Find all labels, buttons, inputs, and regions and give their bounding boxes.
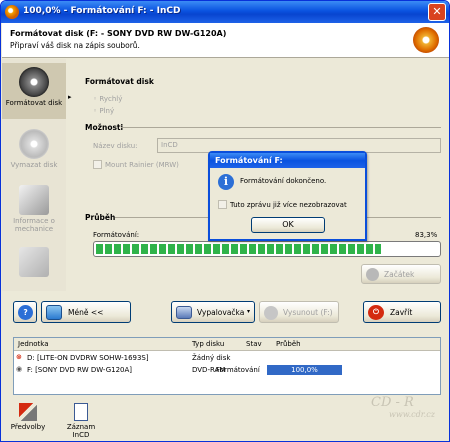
column-header-drive[interactable]: Jednotka — [18, 340, 49, 348]
progress-section-title: Průběh — [85, 213, 116, 222]
window-close-button[interactable]: ✕ — [428, 3, 446, 21]
format-complete-dialog: Formátování F: i Formátování dokončeno. … — [208, 151, 367, 241]
dialog-message: Formátování dokončeno. — [240, 177, 327, 185]
watermark-logo: CD - R — [371, 395, 414, 410]
format-section-title: Formátovat disk — [85, 77, 154, 86]
sidebar-item-drive-info[interactable]: Informace o mechanice — [2, 181, 66, 239]
mount-rainier-checkbox[interactable] — [93, 160, 102, 169]
page-subtitle: Připraví váš disk na zápis souborů. — [10, 41, 140, 50]
help-button[interactable]: ? — [13, 301, 37, 323]
play-icon — [366, 268, 379, 281]
disc-erase-icon — [19, 129, 49, 159]
dont-show-again-checkbox[interactable] — [218, 200, 227, 209]
log-button[interactable]: Záznam InCD — [58, 403, 104, 439]
dialog-ok-button[interactable]: OK — [251, 217, 325, 233]
close-button-label: Zavřít — [390, 308, 413, 317]
drives-table: Jednotka Typ disku Stav Průběh ⊗ D: [LIT… — [13, 337, 441, 395]
power-icon: ⏻ — [368, 305, 384, 320]
eject-button-label: Vysunout (F:) — [283, 308, 333, 317]
progress-percent: 83,3% — [415, 231, 438, 239]
full-format-radio[interactable]: ◦ Plný — [93, 107, 114, 115]
title-bar[interactable]: 100,0% - Formátování F: - InCD ✕ — [1, 1, 449, 23]
burner-dropdown-button[interactable]: Vypalovačka ▾ — [171, 301, 255, 323]
table-header: Jednotka Typ disku Stav Průběh — [14, 338, 440, 351]
drive-cell: F: [SONY DVD RW DW-G120A] — [27, 366, 132, 374]
sidebar-selected-arrow-icon: ▸ — [68, 93, 72, 101]
sidebar-item-label: Vymazat disk — [10, 161, 58, 169]
full-format-label: Plný — [99, 107, 115, 115]
quick-format-label: Rychlý — [99, 95, 123, 103]
status-cell: Formátování — [216, 366, 260, 374]
drive-info-icon — [19, 185, 49, 215]
incd-app-icon — [5, 5, 19, 19]
less-button[interactable]: Méně << — [41, 301, 131, 323]
watermark-url: www.cdr.cz — [389, 410, 435, 419]
sidebar-item-label: Formátovat disk — [5, 99, 63, 107]
dialog-title: Formátování F: — [210, 153, 365, 168]
page-title: Formátovat disk (F: - SONY DVD RW DW-G12… — [10, 29, 227, 38]
app-window: 100,0% - Formátování F: - InCD ✕ Formáto… — [0, 0, 450, 442]
log-icon — [74, 403, 88, 421]
log-label: Záznam InCD — [66, 423, 96, 439]
mount-rainier-label: Mount Rainier (MRW) — [105, 161, 179, 169]
drive-icon: ◉ — [16, 365, 23, 373]
options-divider — [121, 127, 441, 128]
column-header-disc-type[interactable]: Typ disku — [192, 340, 224, 348]
start-button-label: Začátek — [384, 270, 415, 279]
table-row[interactable]: ⊗ D: [LITE-ON DVDRW SOHW-1693S] Žádný di… — [14, 352, 440, 364]
picture-icon — [46, 305, 62, 320]
preferences-button[interactable]: Předvolby — [10, 403, 46, 431]
progress-label: Formátování: — [93, 231, 140, 239]
close-button[interactable]: ⏻ Zavřít — [363, 301, 441, 323]
error-icon: ⊗ — [16, 353, 22, 361]
eject-button[interactable]: Vysunout (F:) — [259, 301, 339, 323]
column-header-progress[interactable]: Průběh — [276, 340, 301, 348]
page-header: Formátovat disk (F: - SONY DVD RW DW-G12… — [2, 23, 449, 58]
watermark: CD - R www.cdr.cz — [371, 395, 435, 419]
dont-show-again-label: Tuto zprávu již více nezobrazovat — [230, 201, 347, 209]
progress-fill — [96, 244, 381, 254]
disc-header-icon — [413, 27, 439, 53]
sidebar-item-erase[interactable]: Vymazat disk — [2, 125, 66, 177]
burner-button-label: Vypalovačka — [197, 308, 245, 317]
sidebar: Formátovat disk Vymazat disk Informace o… — [2, 59, 66, 291]
less-button-label: Méně << — [68, 308, 104, 317]
quick-format-radio[interactable]: ◦ Rychlý — [93, 95, 122, 103]
window-title: 100,0% - Formátování F: - InCD — [23, 6, 181, 16]
drive-icon — [176, 306, 192, 319]
eject-icon — [264, 306, 278, 320]
help-icon: ? — [18, 305, 33, 320]
chevron-down-icon: ▾ — [247, 308, 251, 315]
start-button[interactable]: Začátek — [361, 264, 441, 284]
table-row[interactable]: ◉ F: [SONY DVD RW DW-G120A] DVD-RAM Form… — [14, 364, 440, 376]
disc-format-icon — [19, 67, 49, 97]
drive-cell: D: [LITE-ON DVDRW SOHW-1693S] — [27, 354, 149, 362]
disk-name-label: Název disku: — [93, 142, 138, 150]
options-section-title: Možnosti — [85, 123, 124, 132]
sidebar-item-label: Informace o mechanice — [13, 217, 55, 233]
column-header-status[interactable]: Stav — [246, 340, 262, 348]
info-icon: i — [218, 174, 234, 190]
preferences-label: Předvolby — [10, 423, 46, 431]
sidebar-item-extra[interactable] — [2, 243, 66, 287]
drive-tools-icon — [19, 247, 49, 277]
format-progress-bar — [93, 241, 441, 257]
row-progress-bar: 100,0% — [267, 365, 342, 375]
sidebar-item-format[interactable]: Formátovat disk — [2, 63, 66, 119]
disc-type-cell: Žádný disk — [192, 354, 231, 362]
hammer-icon — [19, 403, 37, 421]
